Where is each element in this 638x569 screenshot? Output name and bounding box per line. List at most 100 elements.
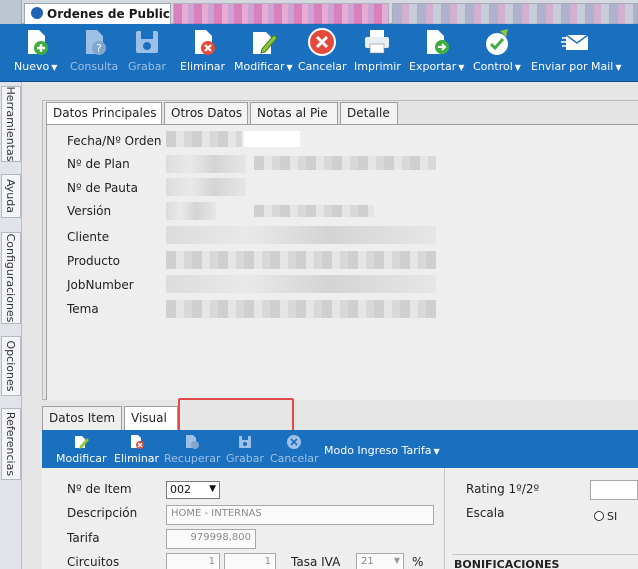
svg-text:?: ? (96, 42, 102, 55)
modo-ingreso-tarifa-dropdown[interactable]: Modo Ingreso Tarifa ▼ (324, 444, 440, 457)
tema-field[interactable] (166, 300, 436, 318)
cliente-field[interactable] (166, 226, 436, 244)
version-field[interactable] (166, 202, 216, 220)
jobnumber-label: JobNumber (67, 278, 134, 292)
sidebar-tab-referencias[interactable]: Referencias (1, 408, 21, 480)
grabar-label: Grabar (128, 60, 167, 73)
cancel-icon (308, 28, 337, 56)
eliminar-label: Eliminar (180, 60, 226, 73)
control-check-icon (485, 29, 508, 55)
plan-field[interactable] (166, 155, 246, 173)
tab-strip-corner (0, 0, 22, 24)
fecha-field[interactable] (166, 131, 242, 147)
nuevo-button[interactable]: Nuevo ▼ (14, 27, 57, 73)
sidebar-tab-herramientas[interactable]: Herramientas (1, 86, 21, 162)
chevron-down-icon: ▼ (51, 63, 58, 72)
rating-field[interactable] (590, 480, 638, 500)
tab-notas-al-pie[interactable]: Notas al Pie (250, 102, 338, 124)
printer-icon (365, 30, 390, 54)
item-grabar-button[interactable]: Grabar (226, 434, 264, 465)
producto-label: Producto (67, 254, 120, 268)
nro-item-select[interactable]: 002 ▼ (166, 481, 220, 499)
tasa-iva-select[interactable]: 21 ▼ (356, 553, 404, 569)
tab-datos-item[interactable]: Datos Item (42, 406, 122, 430)
cancelar-label: Cancelar (298, 60, 347, 73)
control-label: Control (473, 60, 513, 73)
item-modificar-button[interactable]: Modificar (56, 434, 107, 465)
mail-icon (561, 34, 589, 50)
tarifa-field[interactable]: 979998,800 (166, 529, 256, 549)
circuitos-field-2[interactable]: 1 (224, 553, 276, 569)
sidebar-tab-label: Configuraciones (4, 233, 17, 323)
save-icon (239, 436, 252, 448)
orden-field[interactable] (244, 131, 300, 147)
consulta-label: Consulta (70, 60, 119, 73)
app-document-icon (31, 7, 43, 19)
item-recuperar-button[interactable]: Recuperar (164, 434, 220, 465)
tasa-iva-value: 21 (361, 556, 374, 567)
tasa-iva-label: Tasa IVA (291, 555, 341, 569)
item-eliminar-button[interactable]: Eliminar (114, 434, 159, 465)
descripcion-field[interactable]: HOME - INTERNAS (166, 505, 434, 525)
rating-label: Rating 1º/2º (466, 482, 540, 496)
fecha-orden-label: Fecha/Nº Orden (67, 134, 162, 148)
item-eliminar-label: Eliminar (114, 452, 160, 465)
circuitos-label: Circuitos (67, 555, 120, 569)
chevron-down-icon: ▼ (286, 63, 293, 72)
tab-visual[interactable]: Visual (124, 406, 178, 430)
escala-si-radio[interactable]: SI (594, 510, 617, 523)
delete-icon (130, 435, 144, 449)
cancel-icon (287, 435, 302, 449)
tab-datos-principales[interactable]: Datos Principales (46, 102, 162, 124)
cancelar-button[interactable]: Cancelar (298, 27, 347, 73)
modificar-label: Modificar (234, 60, 285, 73)
tab-redacted-2[interactable] (392, 3, 638, 24)
grabar-button[interactable]: Grabar (128, 27, 166, 73)
bonificaciones-divider (452, 554, 638, 555)
imprimir-button[interactable]: Imprimir (354, 27, 401, 73)
save-disk-icon (136, 31, 159, 53)
tab-redacted-1[interactable] (173, 3, 389, 24)
tab-label: Otros Datos (171, 106, 243, 120)
tab-label: Notas al Pie (257, 106, 328, 120)
pauta-field[interactable] (166, 178, 246, 196)
modo-ingreso-tarifa-label: Modo Ingreso Tarifa (324, 444, 432, 457)
consulta-button[interactable]: ? Consulta (70, 27, 118, 73)
item-grabar-label: Grabar (226, 452, 265, 465)
item-toolbar: Modificar Eliminar Recuperar Grabar Canc… (42, 430, 638, 468)
jobnumber-field[interactable] (166, 275, 436, 293)
main-toolbar: Nuevo ▼ ? Consulta Grabar Eliminar Modifi… (0, 24, 638, 82)
descripcion-label: Descripción (67, 506, 138, 520)
sidebar-tab-opciones[interactable]: Opciones (1, 336, 21, 396)
exportar-label: Exportar (409, 60, 457, 73)
sidebar-tab-configuraciones[interactable]: Configuraciones (1, 232, 21, 324)
tab-ordenes-de-publicidad[interactable]: Ordenes de Publicidad (24, 3, 171, 24)
escala-label: Escala (466, 506, 505, 520)
tab-otros-datos[interactable]: Otros Datos (164, 102, 248, 124)
control-button[interactable]: Control ▼ (473, 27, 521, 73)
nro-item-label: Nº de Item (67, 482, 132, 496)
plan-label: Nº de Plan (67, 157, 130, 171)
item-recuperar-label: Recuperar (164, 452, 221, 465)
sidebar-tab-label: Herramientas (4, 86, 17, 162)
item-cancelar-button[interactable]: Cancelar (270, 434, 319, 465)
edit-icon (75, 436, 90, 449)
sidebar-tab-ayuda[interactable]: Ayuda (1, 174, 21, 218)
dropdown-arrow-icon: ▼ (209, 484, 216, 494)
form-divider (444, 468, 445, 569)
version-label: Versión (67, 204, 112, 218)
export-icon (426, 30, 449, 54)
tab-detalle[interactable]: Detalle (340, 102, 398, 124)
enviar-por-mail-button[interactable]: Enviar por Mail ▼ (531, 27, 621, 73)
producto-field[interactable] (166, 251, 436, 269)
tab-label: Detalle (347, 106, 390, 120)
highlight-annotation-box (178, 398, 294, 434)
exportar-button[interactable]: Exportar ▼ (409, 27, 464, 73)
percent-sign: % (412, 555, 424, 569)
chevron-down-icon: ▼ (514, 63, 521, 72)
circuitos-field-1[interactable]: 1 (166, 553, 220, 569)
chevron-down-icon: ▼ (615, 63, 622, 72)
radio-si-label: SI (607, 510, 618, 523)
eliminar-button[interactable]: Eliminar (180, 27, 225, 73)
modificar-button[interactable]: Modificar ▼ (234, 27, 293, 73)
